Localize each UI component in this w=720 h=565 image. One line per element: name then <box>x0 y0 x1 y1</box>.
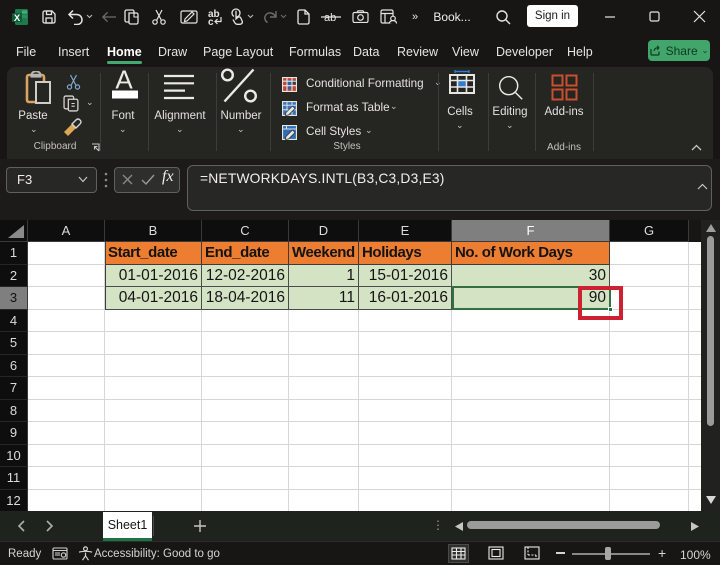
svg-text:c: c <box>208 17 214 26</box>
svg-text:ab: ab <box>324 12 336 24</box>
svg-text:X: X <box>14 12 21 23</box>
